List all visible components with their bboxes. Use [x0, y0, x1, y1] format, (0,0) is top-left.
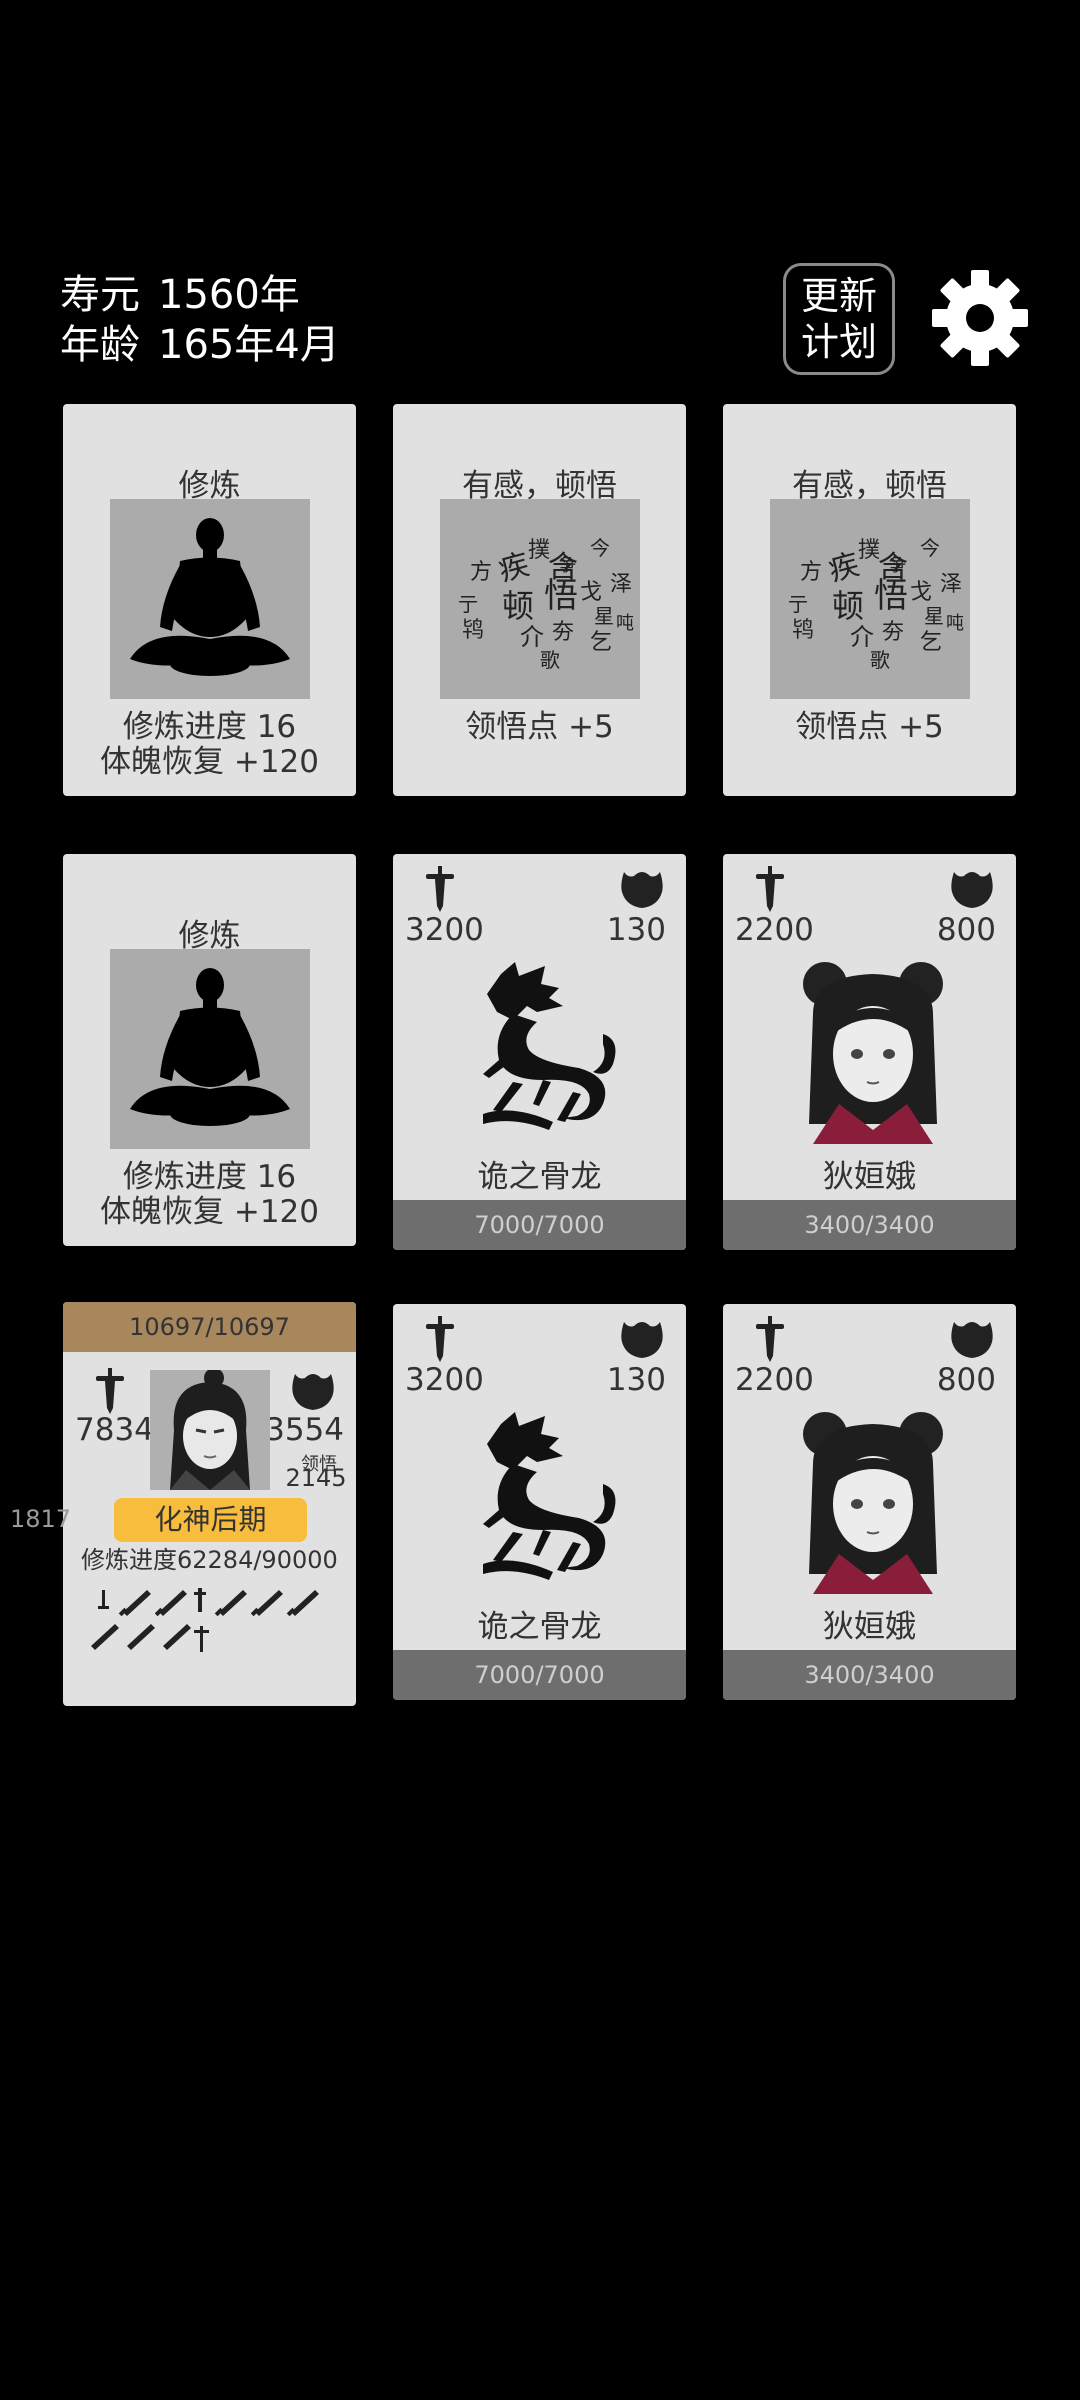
svg-text:乞: 乞 — [590, 630, 612, 655]
svg-text:吨: 吨 — [946, 613, 964, 634]
attack-value: 2200 — [735, 912, 814, 948]
svg-text:撲: 撲 — [858, 538, 880, 563]
body-recovery: 体魄恢复 +120 — [100, 744, 319, 780]
svg-text:顿: 顿 — [502, 587, 534, 625]
enemy-hp-bar: 7000/7000 — [393, 1650, 686, 1700]
event-card-enlightenment[interactable]: 有感，顿悟 疾 撲 争 今 方 顿 悟 含 亍 戈 泽 鸨 介 夯 星 吨 歌 … — [723, 404, 1016, 796]
age-value: 165年4月 — [158, 322, 340, 368]
enemy-hp-bar: 7000/7000 — [393, 1200, 686, 1250]
progress-value: 62284/90000 — [177, 1546, 338, 1574]
sword-icon — [756, 866, 784, 912]
svg-text:吨: 吨 — [616, 613, 634, 634]
enemy-name: 诡之骨龙 — [477, 1159, 602, 1195]
age-stat: 年龄 165年4月 — [60, 312, 340, 370]
shield-icon — [621, 872, 663, 908]
insight-value: 2145 — [285, 1464, 347, 1492]
girl-portrait — [803, 1412, 943, 1594]
insight-points: 领悟点 +5 — [795, 709, 944, 745]
attack-value: 2200 — [735, 1362, 814, 1398]
enemy-name: 诡之骨龙 — [477, 1609, 602, 1645]
sword-icon — [756, 1316, 784, 1362]
event-card-cultivate[interactable]: 修炼 修炼进度 16 体魄恢复 +120 — [63, 404, 356, 796]
enemy-card-di-henge[interactable]: 2200 800 狄姮娥 3400/3400 — [723, 1304, 1016, 1700]
progress-label: 修炼进度 — [81, 1546, 177, 1574]
meditation-icon — [110, 499, 310, 699]
svg-text:含: 含 — [878, 550, 908, 585]
svg-text:戈: 戈 — [910, 580, 932, 605]
svg-text:含: 含 — [548, 550, 578, 585]
svg-text:亍: 亍 — [458, 592, 478, 616]
enemy-hp-bar: 3400/3400 — [723, 1650, 1016, 1700]
defense-value: 130 — [606, 1362, 666, 1398]
player-progress: 修炼进度62284/90000 — [81, 1540, 338, 1575]
body-recovery: 体魄恢复 +120 — [100, 1194, 319, 1230]
enemy-card-bone-dragon[interactable]: 3200 130 诡之骨龙 7000/7000 — [393, 854, 686, 1250]
sword-icon — [426, 866, 454, 912]
attack-value: 3200 — [405, 912, 484, 948]
event-card-enlightenment[interactable]: 有感，顿悟 疾 撲 争 今 方 顿 悟 含 亍 戈 泽 鸨 介 夯 星 吨 歌 … — [393, 404, 686, 796]
girl-portrait — [803, 962, 943, 1144]
svg-text:戈: 戈 — [580, 580, 602, 605]
enemy-name: 狄姮娥 — [823, 1159, 916, 1195]
enemy-card-bone-dragon[interactable]: 3200 130 诡之骨龙 7000/7000 — [393, 1304, 686, 1700]
game-screen: 寿元 1560年 年龄 165年4月 更新 计划 修炼 修炼进度 16 体魄恢复… — [0, 0, 1080, 2400]
svg-text:亍: 亍 — [788, 592, 808, 616]
defense-value: 130 — [606, 912, 666, 948]
shield-icon — [292, 1374, 334, 1410]
svg-text:鸨: 鸨 — [792, 618, 814, 643]
attack-value: 3200 — [405, 1362, 484, 1398]
gear-icon[interactable] — [930, 268, 1030, 368]
player-hp-bar: 10697/10697 — [63, 1302, 356, 1352]
event-card-cultivate[interactable]: 修炼 修炼进度 16 体魄恢复 +120 — [63, 854, 356, 1246]
svg-text:泽: 泽 — [940, 572, 962, 597]
svg-text:今: 今 — [920, 536, 940, 560]
player-defense: 3554 — [265, 1412, 344, 1448]
cultivator-portrait — [150, 1370, 270, 1490]
svg-text:今: 今 — [590, 536, 610, 560]
svg-text:方: 方 — [800, 560, 822, 585]
update-plan-line1: 更新 — [800, 274, 877, 318]
insight-points: 领悟点 +5 — [465, 709, 614, 745]
svg-text:星: 星 — [594, 604, 614, 628]
shield-icon — [951, 872, 993, 908]
svg-text:方: 方 — [470, 560, 492, 585]
svg-text:歌: 歌 — [870, 648, 890, 672]
side-number: 1817 — [10, 1505, 72, 1533]
svg-text:乞: 乞 — [920, 630, 942, 655]
update-plan-line2: 计划 — [800, 320, 877, 364]
svg-text:撲: 撲 — [528, 538, 550, 563]
enemy-card-di-henge[interactable]: 2200 800 狄姮娥 3400/3400 — [723, 854, 1016, 1250]
enemy-name: 狄姮娥 — [823, 1609, 916, 1645]
svg-text:星: 星 — [924, 604, 944, 628]
shield-icon — [621, 1322, 663, 1358]
update-plan-button[interactable]: 更新 计划 — [783, 263, 895, 375]
svg-text:鸨: 鸨 — [462, 618, 484, 643]
svg-text:夯: 夯 — [882, 620, 904, 645]
defense-value: 800 — [936, 912, 996, 948]
svg-text:介: 介 — [520, 623, 544, 651]
bone-dragon-icon — [483, 962, 616, 1130]
realm-badge: 化神后期 — [114, 1498, 307, 1542]
svg-text:夯: 夯 — [552, 620, 574, 645]
sword-icon — [426, 1316, 454, 1362]
sword-icon — [96, 1368, 124, 1414]
meditation-icon — [110, 949, 310, 1149]
enlightenment-calligraphy-icon: 疾 撲 争 今 方 顿 悟 含 亍 戈 泽 鸨 介 夯 星 吨 歌 乞 — [770, 499, 970, 699]
enlightenment-calligraphy-icon: 疾 撲 争 今 方 顿 悟 含 亍 戈 泽 鸨 介 夯 星 吨 歌 乞 — [440, 499, 640, 699]
equipment-icons — [91, 1588, 319, 1652]
svg-text:歌: 歌 — [540, 648, 560, 672]
bone-dragon-icon — [483, 1412, 616, 1580]
player-attack: 7834 — [75, 1412, 154, 1448]
defense-value: 800 — [936, 1362, 996, 1398]
svg-text:顿: 顿 — [832, 587, 864, 625]
shield-icon — [951, 1322, 993, 1358]
svg-text:介: 介 — [850, 623, 874, 651]
svg-text:泽: 泽 — [610, 572, 632, 597]
player-card[interactable]: 10697/10697 7834 3554 领悟 2145 化神后期 修炼进度6… — [63, 1302, 356, 1706]
enemy-hp-bar: 3400/3400 — [723, 1200, 1016, 1250]
age-label: 年龄 — [60, 322, 140, 368]
